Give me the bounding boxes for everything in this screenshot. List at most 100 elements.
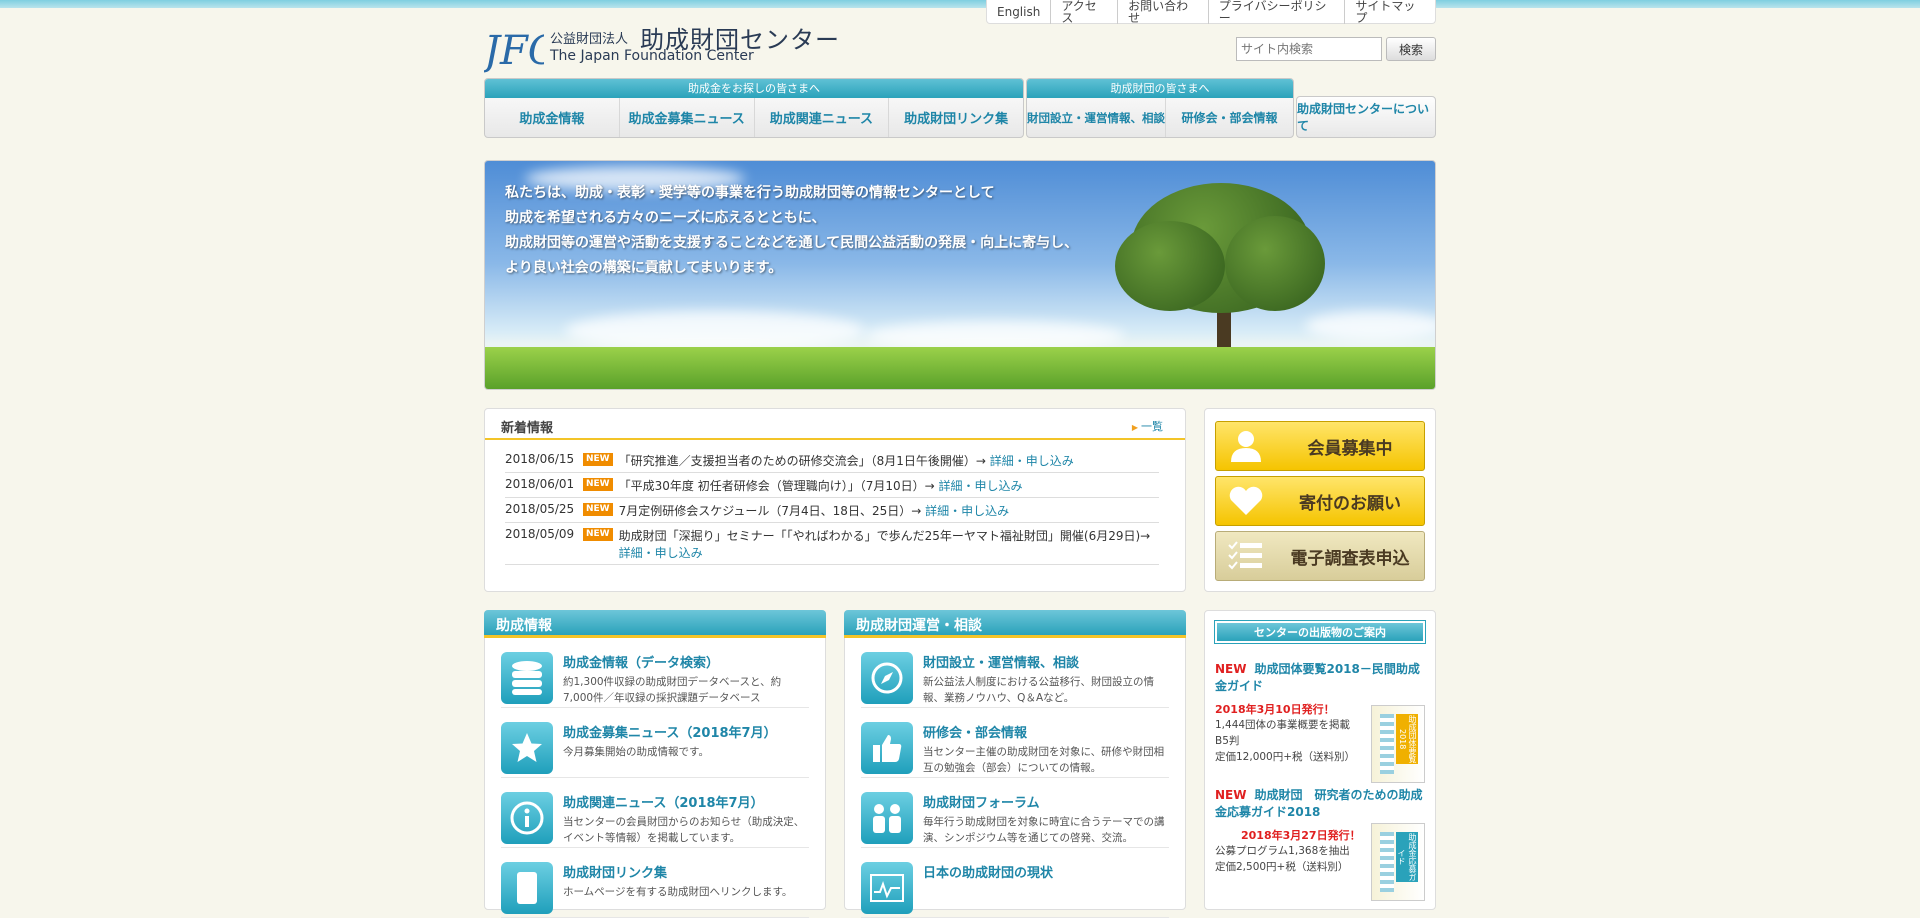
news-date: 2018/05/09 — [505, 527, 575, 541]
org-type-label: 公益財団法人 — [550, 32, 629, 47]
publication-detail: 1,444団体の事業概要を掲載 — [1215, 719, 1351, 731]
grant-info-section: 助成情報 助成金情報（データ検索） 約1,300件収録の助成財団データベースと、… — [484, 610, 826, 918]
chart-line-icon — [861, 862, 913, 914]
entry-seminars[interactable]: 研修会・部会情報 当センター主催の助成財団を対象に、研修や財団相互の勉強会（部会… — [861, 708, 1169, 778]
hero-line: 助成を希望される方々のニーズに応えるとともに、 — [505, 210, 826, 226]
nav-item-grant-recruit-news[interactable]: 助成金募集ニュース — [618, 98, 754, 137]
news-text: 7月定例研修会スケジュール（7月4日、18日、25日）→ — [618, 504, 922, 518]
utility-link-privacy[interactable]: プライバシーポリシー — [1207, 0, 1345, 24]
star-icon — [501, 722, 553, 774]
new-badge: NEW — [583, 503, 613, 516]
publications-title: センターの出版物のご案内 — [1214, 620, 1426, 644]
person-icon — [1216, 428, 1276, 464]
cloud — [565, 311, 865, 351]
people-icon — [861, 792, 913, 844]
nav-item-foundation-links[interactable]: 助成財団リンク集 — [888, 98, 1023, 137]
entry-desc: 当センター主催の助成財団を対象に、研修や財団相互の勉強会（部会）についての情報。 — [923, 746, 1165, 774]
news-item: 2018/05/25 NEW 7月定例研修会スケジュール（7月4日、18日、25… — [505, 498, 1159, 523]
entry-establishment[interactable]: 財団設立・運営情報、相談 新公益法人制度における公益移行、財団設立の情報、業務ノ… — [861, 638, 1169, 708]
news-date: 2018/06/15 — [505, 452, 575, 466]
utility-link-english[interactable]: English — [987, 6, 1050, 18]
entry-desc: 今月募集開始の助成情報です。 — [563, 746, 709, 758]
entry-grant-recruit-news[interactable]: 助成金募集ニュース（2018年7月） 今月募集開始の助成情報です。 — [501, 708, 809, 778]
nav-group-caption: 助成財団の皆さまへ — [1027, 79, 1293, 98]
entry-grant-related-news[interactable]: 助成関連ニュース（2018年7月） 当センターの会員財団からのお知らせ（助成決定… — [501, 778, 809, 848]
entry-current-status[interactable]: 日本の助成財団の現状 — [861, 848, 1169, 918]
utility-nav: English アクセス お問い合わせ プライバシーポリシー サイトマップ — [986, 0, 1436, 24]
entry-title: 助成金募集ニュース（2018年7月） — [563, 726, 777, 741]
checklist-icon — [1216, 540, 1276, 572]
publication-title[interactable]: 助成財団 研究者のための助成金応募ガイド2018 — [1215, 788, 1423, 819]
nav-item-grant-related-news[interactable]: 助成関連ニュース — [753, 98, 889, 137]
book-cover-title: 助成団体要覧2018 — [1396, 714, 1418, 764]
publication-detail: 定価2,500円+税（送料別） — [1215, 861, 1349, 873]
org-name-english: The Japan Foundation Center — [550, 48, 754, 64]
hero-line: 助成財団等の運営や活動を支援することなどを通して民間公益活動の発展・向上に寄与し… — [505, 235, 1079, 251]
publication-detail: 公募プログラム1,368を抽出 — [1215, 845, 1350, 857]
news-detail-link[interactable]: 詳細・申し込み — [938, 479, 1022, 493]
publications-panel: センターの出版物のご案内 NEW 助成団体要覧2018－民間助成金ガイド 2018… — [1204, 610, 1436, 910]
book-cover-image[interactable]: 助成団体要覧2018 — [1371, 705, 1425, 783]
news-detail-link[interactable]: 詳細・申し込み — [619, 546, 703, 560]
search-input[interactable] — [1236, 37, 1382, 61]
compass-icon — [861, 652, 913, 704]
thumbs-up-icon — [861, 722, 913, 774]
entry-desc: ホームページを有する助成財団へリンクします。 — [563, 886, 793, 898]
publication-detail: 定価12,000円+税（送料別） — [1215, 751, 1356, 763]
section-title: 助成情報 — [484, 610, 826, 638]
entry-title: 助成財団フォーラム — [923, 796, 1040, 811]
heart-icon — [1216, 485, 1276, 517]
news-detail-link[interactable]: 詳細・申し込み — [990, 454, 1074, 468]
side-buttons-panel: 会員募集中 寄付のお願い 電子調査表申込 — [1204, 408, 1436, 592]
publication-item[interactable]: NEW 助成団体要覧2018－民間助成金ガイド 2018年3月10日発行！ 助成団… — [1215, 661, 1425, 783]
database-icon — [501, 652, 553, 704]
search-button[interactable]: 検索 — [1386, 37, 1436, 61]
hero-banner: 私たちは、助成・表彰・奨学等の事業を行う助成財団等の情報センターとして 助成を希… — [484, 160, 1436, 390]
site-logo[interactable]: JFC 公益財団法人 助成財団センター The Japan Foundation… — [484, 18, 844, 74]
nav-item-about[interactable]: 助成財団センターについて — [1296, 96, 1436, 138]
entry-foundation-links[interactable]: 助成財団リンク集 ホームページを有する助成財団へリンクします。 — [501, 848, 809, 918]
book-cover-image[interactable]: 助成金応募ガイド — [1371, 823, 1425, 901]
entry-forum[interactable]: 助成財団フォーラム 毎年行う助成財団を対象に時宜に合うテーマでの講演、シンポジウ… — [861, 778, 1169, 848]
donation-label: 寄付のお願い — [1299, 493, 1401, 514]
news-text: 助成財団「深掘り」セミナー「「やればわかる」で歩んだ25年ーヤマト福祉財団」開催… — [618, 529, 1151, 543]
entry-title: 財団設立・運営情報、相談 — [923, 656, 1080, 671]
new-badge: NEW — [583, 478, 613, 491]
news-text: 「平成30年度 初任者研修会（管理職向け）」（7月10日）→ — [618, 479, 935, 493]
hero-line: 私たちは、助成・表彰・奨学等の事業を行う助成財団等の情報センターとして — [505, 185, 995, 201]
utility-link-access[interactable]: アクセス — [1050, 0, 1117, 24]
new-badge: NEW — [583, 453, 613, 466]
donation-button[interactable]: 寄付のお願い — [1215, 476, 1425, 526]
nav-group-foundations: 助成財団の皆さまへ 財団設立・運営情報、相談 研修会・部会情報 — [1026, 78, 1294, 138]
page-container: JFC 公益財団法人 助成財団センター The Japan Foundation… — [484, 0, 1436, 918]
news-item: 2018/05/09 NEW 助成財団「深掘り」セミナー「「やればわかる」で歩ん… — [505, 523, 1159, 565]
utility-link-contact[interactable]: お問い合わせ — [1117, 0, 1208, 24]
utility-link-sitemap[interactable]: サイトマップ — [1344, 0, 1435, 24]
nav-item-seminars[interactable]: 研修会・部会情報 — [1165, 98, 1293, 137]
news-list: 2018/06/15 NEW 「研究推進／支援担当者のための研修交流会」（8月1… — [505, 448, 1159, 565]
entry-desc: 新公益法人制度における公益移行、財団設立の情報、業務ノウハウ、Q＆Aなど。 — [923, 676, 1154, 704]
news-item: 2018/06/01 NEW 「平成30年度 初任者研修会（管理職向け）」（7月… — [505, 473, 1159, 498]
news-detail-link[interactable]: 詳細・申し込み — [925, 504, 1009, 518]
nav-item-establishment[interactable]: 財団設立・運営情報、相談 — [1027, 98, 1165, 137]
news-list-link[interactable]: 一覧 — [1132, 418, 1163, 434]
entry-title: 日本の助成財団の現状 — [923, 866, 1054, 881]
news-item: 2018/06/15 NEW 「研究推進／支援担当者のための研修交流会」（8月1… — [505, 448, 1159, 473]
nav-group-caption: 助成金をお探しの皆さまへ — [485, 79, 1023, 98]
entry-title: 助成関連ニュース（2018年7月） — [563, 796, 764, 811]
book-cover-title: 助成金応募ガイド — [1396, 832, 1418, 882]
membership-label: 会員募集中 — [1307, 438, 1393, 459]
nav-item-grant-info[interactable]: 助成金情報 — [485, 98, 619, 137]
entry-title: 助成金情報（データ検索） — [563, 656, 720, 671]
e-survey-button[interactable]: 電子調査表申込 — [1215, 531, 1425, 581]
news-panel: 新着情報 一覧 2018/06/15 NEW 「研究推進／支援担当者のための研修… — [484, 408, 1186, 592]
new-badge: NEW — [583, 528, 613, 541]
publication-item[interactable]: NEW 助成財団 研究者のための助成金応募ガイド2018 2018年3月27日発行… — [1215, 787, 1425, 901]
membership-button[interactable]: 会員募集中 — [1215, 421, 1425, 471]
entry-grant-database[interactable]: 助成金情報（データ検索） 約1,300件収録の助成財団データベースと、約7,00… — [501, 638, 809, 708]
news-date: 2018/05/25 — [505, 502, 575, 516]
news-date: 2018/06/01 — [505, 477, 575, 491]
publication-detail: B5判 — [1215, 735, 1240, 747]
hero-message: 私たちは、助成・表彰・奨学等の事業を行う助成財団等の情報センターとして 助成を希… — [505, 181, 1078, 281]
entry-desc: 当センターの会員財団からのお知らせ（助成決定、イベント等情報）を掲載しています。 — [563, 816, 805, 844]
